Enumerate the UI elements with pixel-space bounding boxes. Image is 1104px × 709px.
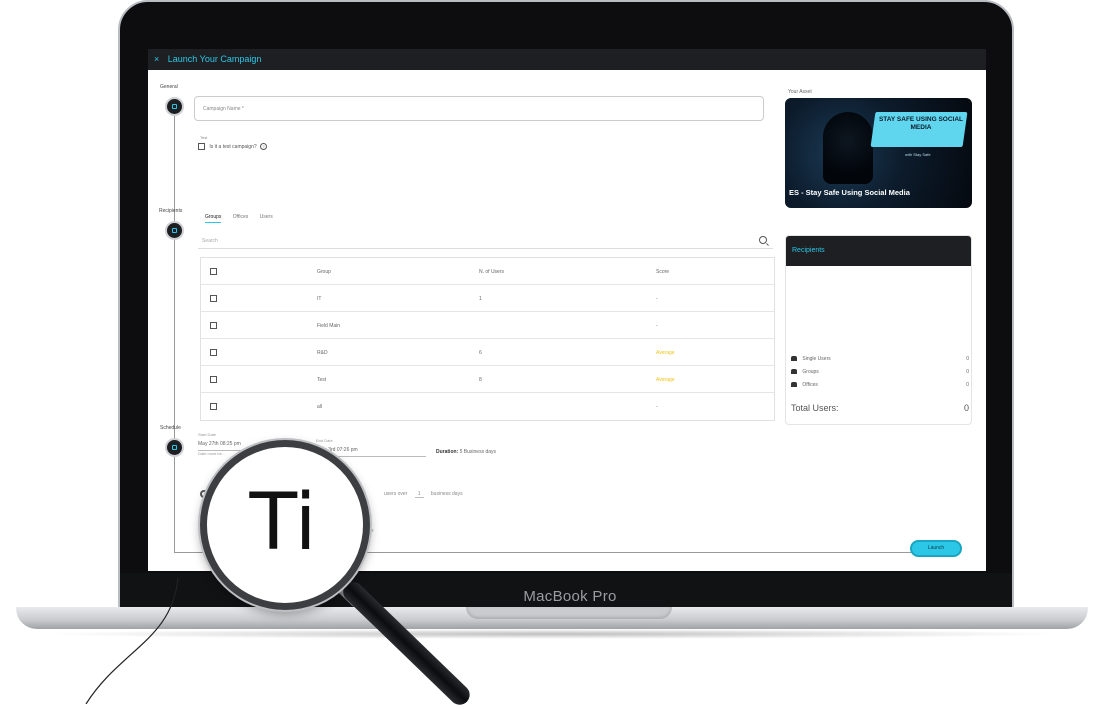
magnified-text: Ti [249, 478, 317, 568]
cord-line [85, 577, 179, 704]
